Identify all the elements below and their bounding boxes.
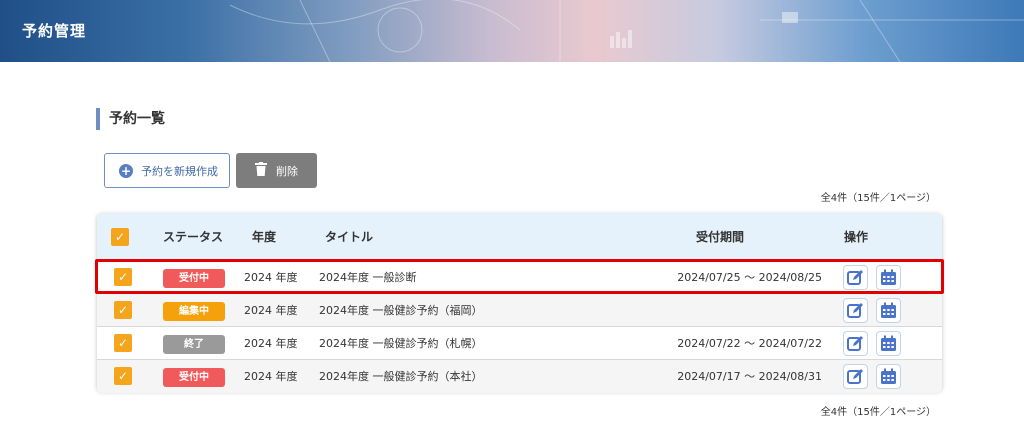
app-header: 予約管理 — [0, 0, 1024, 62]
edit-icon — [847, 270, 863, 285]
row-year: 2024 年度 — [244, 337, 298, 350]
plus-circle-icon: + — [119, 163, 133, 178]
calendar-button[interactable] — [876, 364, 901, 389]
check-icon: ✓ — [117, 336, 129, 350]
check-icon: ✓ — [117, 303, 129, 317]
header-year: 年度 — [252, 230, 277, 244]
row-period: 2024/07/25 ～ 2024/08/25 — [677, 271, 822, 284]
row-year: 2024 年度 — [244, 304, 298, 317]
app-title: 予約管理 — [22, 22, 87, 40]
header-title: タイトル — [325, 230, 374, 244]
status-badge: 受付中 — [163, 368, 225, 387]
edit-icon — [847, 369, 863, 384]
calendar-button[interactable] — [876, 298, 901, 323]
row-period: 2024/07/17 ～ 2024/08/31 — [677, 370, 822, 383]
calendar-button[interactable] — [876, 265, 901, 290]
row-checkbox[interactable]: ✓ — [114, 301, 132, 319]
table-row[interactable]: ✓ 編集中 2024 年度 2024年度 一般健診予約（福岡） — [97, 294, 942, 327]
calendar-icon — [881, 368, 896, 384]
header-background-graphic — [229, 0, 1024, 62]
delete-label: 削除 — [276, 164, 298, 178]
calendar-icon — [881, 302, 896, 318]
table-header: ✓ ステータス 年度 タイトル 受付期間 操作 — [97, 213, 942, 261]
calendar-button[interactable] — [876, 331, 901, 356]
check-icon: ✓ — [117, 369, 129, 383]
edit-button[interactable] — [843, 331, 868, 356]
status-badge: 編集中 — [163, 302, 225, 321]
trash-icon — [255, 162, 267, 179]
select-all-checkbox[interactable]: ✓ — [111, 228, 129, 246]
edit-button[interactable] — [843, 298, 868, 323]
calendar-icon — [881, 269, 896, 285]
edit-button[interactable] — [843, 364, 868, 389]
header-period: 受付期間 — [696, 230, 745, 244]
row-year: 2024 年度 — [244, 370, 298, 383]
calendar-icon — [881, 335, 896, 351]
page-title: 予約一覧 — [96, 108, 165, 130]
table-row[interactable]: ✓ 受付中 2024 年度 2024年度 一般診断 2024/07/25 ～ 2… — [97, 261, 942, 294]
row-title: 2024年度 一般診断 — [319, 271, 417, 284]
mail-icon — [782, 12, 798, 23]
check-icon: ✓ — [117, 270, 129, 284]
row-period: 2024/07/22 ～ 2024/07/22 — [677, 337, 822, 350]
header-status: ステータス — [163, 230, 224, 244]
row-checkbox[interactable]: ✓ — [114, 367, 132, 385]
header-actions: 操作 — [844, 230, 869, 244]
delete-button[interactable]: 削除 — [236, 153, 317, 188]
edit-icon — [847, 336, 863, 351]
edit-button[interactable] — [843, 265, 868, 290]
row-checkbox[interactable]: ✓ — [114, 268, 132, 286]
row-year: 2024 年度 — [244, 271, 298, 284]
pagination-summary-top: 全4件（15件／1ページ） — [820, 193, 936, 204]
new-reservation-button[interactable]: + 予約を新規作成 — [104, 153, 230, 188]
reservation-table: ✓ ステータス 年度 タイトル 受付期間 操作 ✓ 受付中 2024 年度 20… — [97, 213, 942, 393]
pagination-summary-bottom: 全4件（15件／1ページ） — [820, 407, 936, 418]
row-title: 2024年度 一般健診予約（本社） — [319, 370, 483, 383]
row-title: 2024年度 一般健診予約（札幌） — [319, 337, 483, 350]
status-badge: 受付中 — [163, 269, 225, 288]
row-checkbox[interactable]: ✓ — [114, 334, 132, 352]
new-reservation-label: 予約を新規作成 — [141, 164, 218, 178]
check-icon: ✓ — [114, 230, 126, 244]
table-row[interactable]: ✓ 受付中 2024 年度 2024年度 一般健診予約（本社） 2024/07/… — [97, 360, 942, 393]
edit-icon — [847, 303, 863, 318]
table-row[interactable]: ✓ 終了 2024 年度 2024年度 一般健診予約（札幌） 2024/07/2… — [97, 327, 942, 360]
row-title: 2024年度 一般健診予約（福岡） — [319, 304, 483, 317]
status-badge: 終了 — [163, 335, 225, 354]
